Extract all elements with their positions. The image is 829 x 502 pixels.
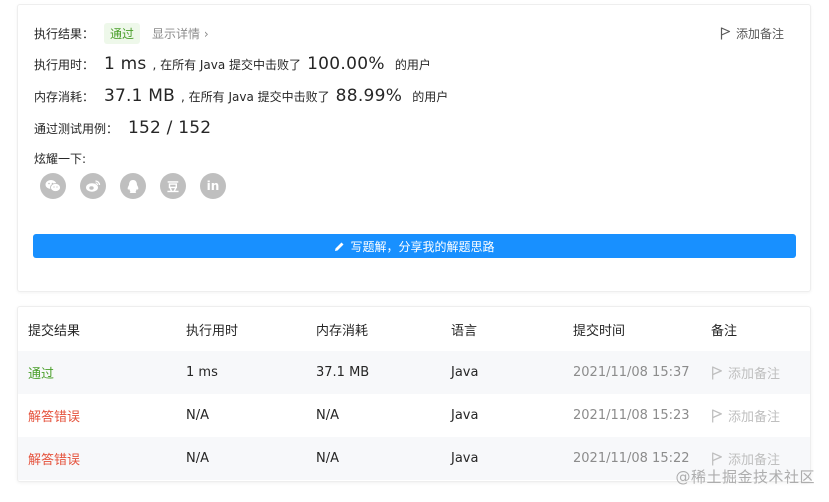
memory-value: 37.1 MB (104, 86, 176, 106)
submissions-table: 提交结果 执行用时 内存消耗 语言 提交时间 备注 通过 1 ms 37.1 M… (17, 306, 811, 482)
flag-icon (712, 365, 722, 379)
result-link[interactable]: 通过 (28, 351, 54, 394)
runtime-value: 1 ms (104, 54, 147, 74)
header-result: 提交结果 (28, 323, 81, 339)
header-time: 提交时间 (573, 323, 626, 339)
memory-label: 内存消耗： (34, 89, 95, 104)
tests-label: 通过测试用例： (34, 121, 119, 136)
runtime-cell: N/A (186, 451, 209, 466)
runtime-label: 执行用时： (34, 57, 95, 72)
submission-summary-card: 执行结果： 通过 显示详情 › 添加备注 执行用时： 1 ms , 在所有 Ja… (17, 4, 811, 292)
share-label: 炫耀一下: (34, 152, 87, 166)
result-link[interactable]: 解答错误 (28, 437, 80, 480)
time-cell: 2021/11/08 15:37 (573, 365, 690, 380)
status-badge: 通过 (104, 23, 141, 44)
weibo-icon (86, 180, 101, 192)
add-note-button[interactable]: 添加备注 (711, 351, 780, 394)
table-row: 通过 1 ms 37.1 MB Java 2021/11/08 15:37 添加… (18, 351, 810, 394)
memory-suffix: 的用户 (412, 89, 449, 104)
flag-icon (712, 408, 722, 422)
time-cell: 2021/11/08 15:23 (573, 408, 690, 423)
linkedin-icon: in (206, 179, 220, 193)
memory-row: 内存消耗： 37.1 MB , 在所有 Java 提交中击败了 88.99% 的… (34, 86, 448, 106)
tests-row: 通过测试用例： 152 / 152 (34, 118, 217, 138)
wechat-share-button[interactable] (40, 173, 66, 199)
memory-beat-text: , 在所有 Java 提交中击败了 (181, 89, 330, 104)
show-details-link[interactable]: 显示详情 › (152, 25, 209, 42)
wechat-icon (45, 180, 61, 192)
flag-icon (720, 27, 731, 40)
write-solution-button[interactable]: 写题解，分享我的解题思路 (33, 234, 796, 258)
memory-cell: N/A (316, 408, 339, 423)
language-cell: Java (451, 408, 479, 423)
share-label-row: 炫耀一下: (34, 150, 86, 167)
runtime-cell: 1 ms (186, 365, 218, 380)
header-note: 备注 (711, 323, 738, 339)
memory-cell: N/A (316, 451, 339, 466)
runtime-beat-text: , 在所有 Java 提交中击败了 (152, 57, 302, 72)
add-note-button[interactable]: 添加备注 (711, 394, 780, 437)
runtime-row: 执行用时： 1 ms , 在所有 Java 提交中击败了 100.00% 的用户 (34, 54, 431, 74)
time-cell: 2021/11/08 15:22 (573, 451, 690, 466)
add-note-label: 添加备注 (728, 410, 781, 425)
write-solution-label: 写题解，分享我的解题思路 (350, 239, 495, 254)
douban-icon: 豆 (166, 179, 179, 194)
linkedin-share-button[interactable]: in (200, 173, 226, 199)
result-row: 执行结果： 通过 显示详情 › (34, 23, 209, 44)
add-note-button[interactable]: 添加备注 (720, 25, 784, 42)
douban-share-button[interactable]: 豆 (160, 173, 186, 199)
table-row: 解答错误 N/A N/A Java 2021/11/08 15:23 添加备注 (18, 394, 810, 437)
add-note-label: 添加备注 (728, 367, 781, 382)
header-runtime: 执行用时 (186, 323, 239, 339)
flag-icon (712, 451, 722, 465)
watermark: @稀土掘金技术社区 (675, 468, 815, 486)
tests-value: 152 / 152 (128, 118, 212, 138)
runtime-percent: 100.00% (307, 54, 385, 74)
memory-cell: 37.1 MB (316, 365, 370, 380)
result-label: 执行结果： (34, 27, 95, 41)
qq-share-button[interactable] (120, 173, 146, 199)
result-link[interactable]: 解答错误 (28, 394, 80, 437)
pencil-icon (335, 242, 344, 251)
memory-percent: 88.99% (335, 86, 403, 106)
header-language: 语言 (451, 323, 478, 339)
table-header-row: 提交结果 执行用时 内存消耗 语言 提交时间 备注 (18, 307, 810, 351)
language-cell: Java (451, 365, 479, 380)
add-note-label: 添加备注 (735, 27, 784, 41)
language-cell: Java (451, 451, 479, 466)
qq-icon (127, 179, 139, 193)
runtime-suffix: 的用户 (394, 57, 431, 72)
share-buttons: 豆 in (40, 173, 240, 199)
weibo-share-button[interactable] (80, 173, 106, 199)
header-memory: 内存消耗 (316, 323, 369, 339)
runtime-cell: N/A (186, 408, 209, 423)
